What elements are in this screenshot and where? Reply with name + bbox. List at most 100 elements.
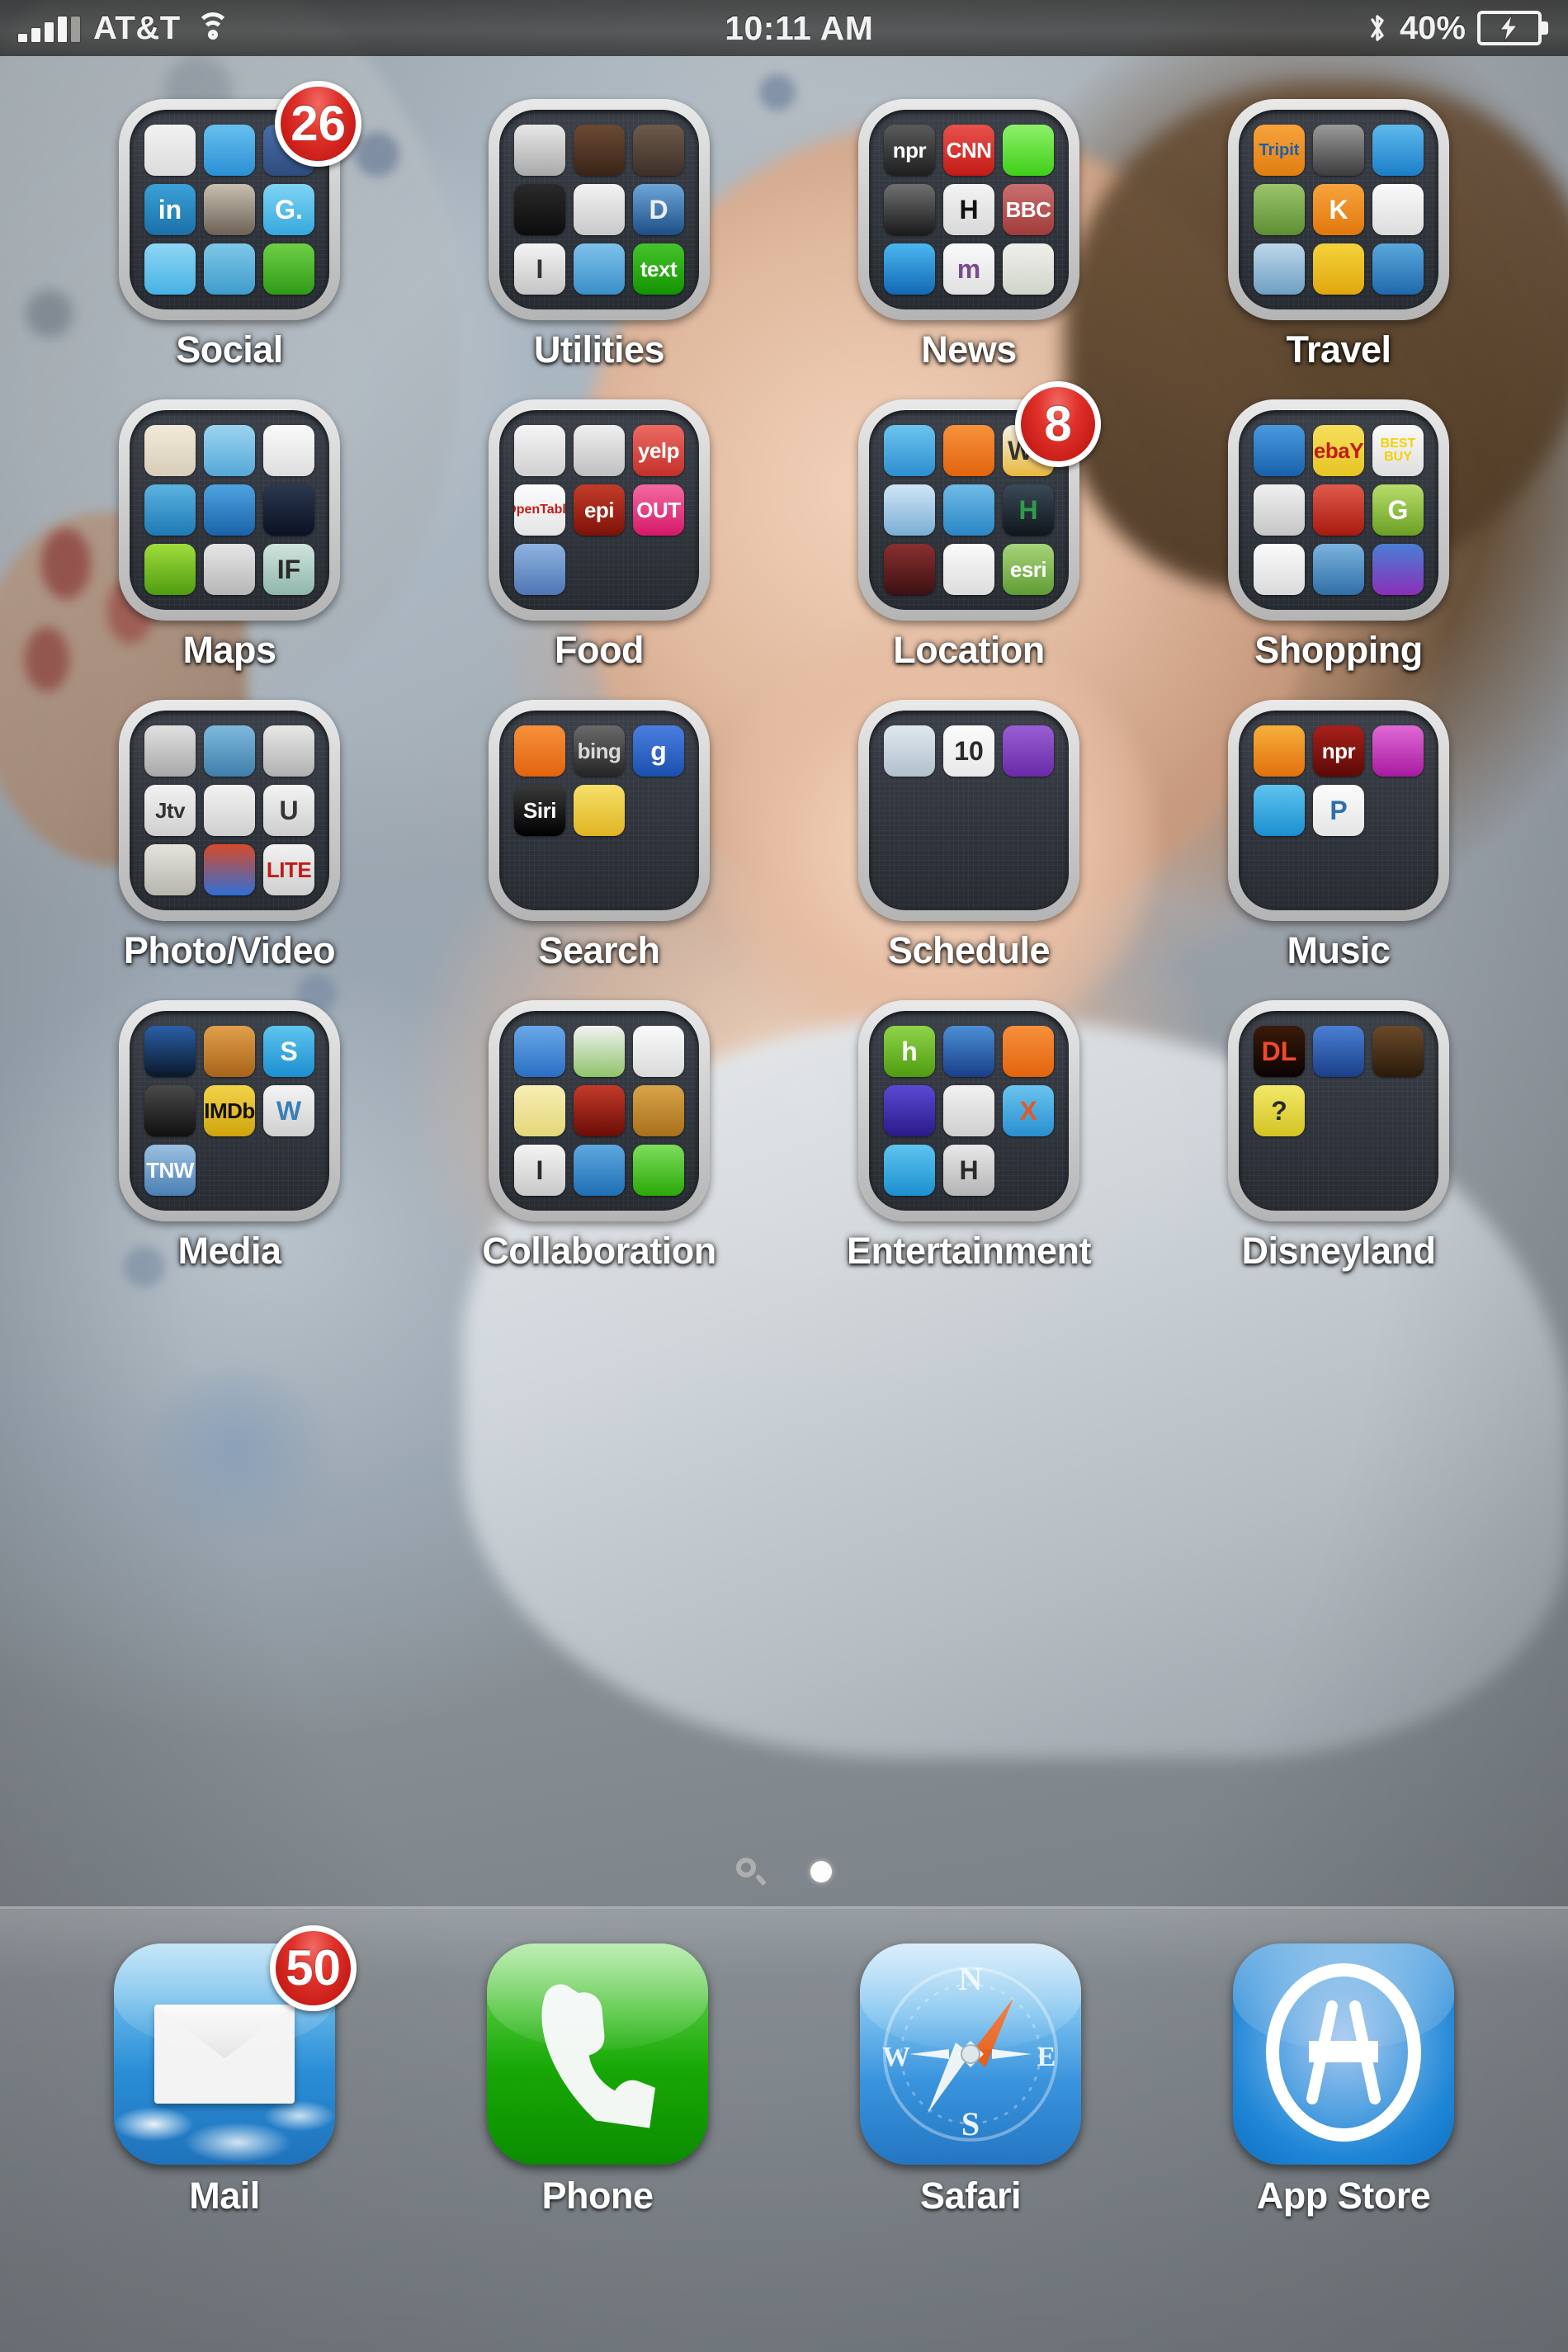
mini-app-glyph: h <box>901 1038 918 1065</box>
dock-icon-wrapper[interactable] <box>487 1943 708 2165</box>
mini-app-glyph: ? <box>1271 1098 1287 1124</box>
mini-app-calendar: 10 <box>943 725 994 777</box>
mini-app-starmatic <box>204 785 255 836</box>
folder-icon[interactable]: IF <box>119 399 340 621</box>
wifi-icon <box>194 14 232 42</box>
folder-icon[interactable]: JtvULITE <box>119 700 340 921</box>
folder-travel[interactable]: TripitKTravel <box>1154 99 1523 371</box>
folder-schedule[interactable]: 10Schedule <box>784 700 1154 972</box>
mini-app-chef-app <box>574 425 625 476</box>
mini-app-glyph: IF <box>277 556 300 583</box>
mini-app-duckduckgo <box>514 725 565 777</box>
folder-app-preview-grid: DItext <box>499 110 699 309</box>
app-store-icon[interactable] <box>1233 1943 1454 2165</box>
mini-app-amazon-video <box>144 1026 196 1077</box>
folder-icon[interactable]: SIMDbWTNW <box>119 1000 340 1221</box>
mini-app-glyph: S <box>280 1038 297 1065</box>
folder-location[interactable]: WhHesri8Location <box>784 399 1154 672</box>
folder-utilities[interactable]: DItextUtilities <box>414 99 784 371</box>
folder-music[interactable]: nprPMusic <box>1154 700 1523 972</box>
safari-compass-icon[interactable]: NSWE <box>860 1943 1081 2165</box>
mini-app-1password <box>574 243 625 295</box>
folder-icon[interactable]: I <box>489 1000 710 1221</box>
mini-app-tripit: Tripit <box>1254 125 1305 176</box>
dock-item-app-store[interactable]: App Store <box>1233 1943 1454 2217</box>
phone-icon[interactable] <box>487 1943 708 2165</box>
folder-maps[interactable]: IFMaps <box>45 399 414 672</box>
folder-app-preview-grid: yelpOpenTableepiOUT <box>499 410 699 610</box>
folder-label: Photo/Video <box>124 929 335 972</box>
dock-item-label: Mail <box>189 2175 260 2217</box>
folder-app-preview-grid: h XH <box>869 1011 1069 1211</box>
dock-icon-wrapper[interactable] <box>1233 1943 1454 2165</box>
mini-app-ustream: U <box>263 785 314 836</box>
folder-icon[interactable]: WhHesri8 <box>858 399 1079 621</box>
dock-item-label: Safari <box>920 2175 1021 2217</box>
home-screen-grid: inG.26SocialDItextUtilitiesnprCNNHBBCmNe… <box>0 99 1568 1273</box>
folder-icon[interactable]: 10 <box>858 700 1079 921</box>
page-dot-1[interactable] <box>810 1861 832 1882</box>
mini-app-calculator <box>633 125 684 176</box>
mini-app-haunted-house: H <box>943 1145 994 1196</box>
mini-app-glyph: G <box>1388 497 1409 523</box>
mini-app-glyph: X <box>1019 1098 1037 1124</box>
mini-app-shazam <box>1254 785 1305 836</box>
folder-news[interactable]: nprCNNHBBCmNews <box>784 99 1154 371</box>
mini-app-glyph: IMDb <box>204 1100 255 1122</box>
folder-media[interactable]: SIMDbWTNWMedia <box>45 1000 414 1273</box>
folder-icon[interactable]: inG.26 <box>119 99 340 320</box>
folder-icon[interactable]: Tripit K <box>1228 99 1449 320</box>
mini-app-loopt <box>943 484 994 536</box>
folder-shopping[interactable]: ebaY BEST BUY G Shopping <box>1154 399 1523 672</box>
mini-app-ibooks <box>204 1026 255 1077</box>
mini-app-glyph: K <box>1329 196 1348 223</box>
folder-social[interactable]: inG.26Social <box>45 99 414 371</box>
dock-icon-wrapper[interactable]: NSWE <box>860 1943 1081 2165</box>
page-indicator <box>0 1839 1568 1905</box>
folder-icon[interactable]: DL? <box>1228 1000 1449 1221</box>
folder-icon[interactable]: nprP <box>1228 700 1449 921</box>
mini-app-tapp-tapp-revenge <box>943 1026 994 1077</box>
mini-app-glyph: P <box>1329 797 1347 824</box>
folder-entertainment[interactable]: hXHEntertainment <box>784 1000 1154 1273</box>
folder-label: Disneyland <box>1241 1230 1435 1273</box>
mini-app-groupon: G <box>1372 484 1424 536</box>
status-bar: AT&T 10:11 AM 40% <box>0 0 1568 56</box>
mini-app-gogo-inflight <box>1372 125 1424 176</box>
dock: 50 Mail Phone NSWE Safari App Store <box>0 1906 1568 2352</box>
mini-app-dictionary: D <box>633 184 684 235</box>
folder-food[interactable]: yelpOpenTableepiOUT Food <box>414 399 784 672</box>
mini-app-glyph: ebaY <box>1314 440 1363 461</box>
mini-app-google-buzz <box>144 125 196 176</box>
folder-collaboration[interactable]: ICollaboration <box>414 1000 784 1273</box>
folder-label: Shopping <box>1254 629 1422 672</box>
dock-item-safari[interactable]: NSWE Safari <box>860 1943 1081 2217</box>
dock-item-phone[interactable]: Phone <box>487 1943 708 2217</box>
mini-app-empty-slot <box>884 844 935 895</box>
mini-app-huffington-post: H <box>943 184 994 235</box>
folder-icon[interactable]: ebaY BEST BUY G <box>1228 399 1449 621</box>
folder-icon[interactable]: binggSiri <box>489 700 710 921</box>
folder-icon[interactable]: DItext <box>489 99 710 320</box>
search-icon[interactable] <box>736 1858 764 1886</box>
mini-app-instapaper: I <box>514 243 565 295</box>
dock-icon-wrapper[interactable]: 50 <box>114 1943 335 2165</box>
folder-icon[interactable]: h XH <box>858 1000 1079 1221</box>
folder-icon[interactable]: nprCNNHBBCm <box>858 99 1079 320</box>
folder-label: Food <box>555 629 644 672</box>
folder-frame: JtvULITE <box>119 700 340 921</box>
folder-disneyland[interactable]: DL? Disneyland <box>1154 1000 1523 1273</box>
mini-app-itunes <box>1372 725 1424 777</box>
dock-item-mail[interactable]: 50 Mail <box>114 1943 335 2217</box>
mini-app-churro-treats <box>1372 1026 1424 1077</box>
mini-app-best-buy: BEST BUY <box>1372 425 1424 476</box>
folder-app-preview-grid: IF <box>130 410 329 610</box>
folder-photo-video[interactable]: JtvULITE Photo/Video <box>45 700 414 972</box>
folder-icon[interactable]: yelpOpenTableepiOUT <box>489 399 710 621</box>
mini-app-red-laser <box>1313 484 1364 536</box>
folder-app-preview-grid: Tripit K <box>1239 110 1438 309</box>
folder-search[interactable]: binggSiriSearch <box>414 700 784 972</box>
mini-app-glyph: in <box>158 196 182 223</box>
mini-app-gowalla-orange <box>943 425 994 476</box>
mini-app-glyph: I <box>536 1157 544 1183</box>
